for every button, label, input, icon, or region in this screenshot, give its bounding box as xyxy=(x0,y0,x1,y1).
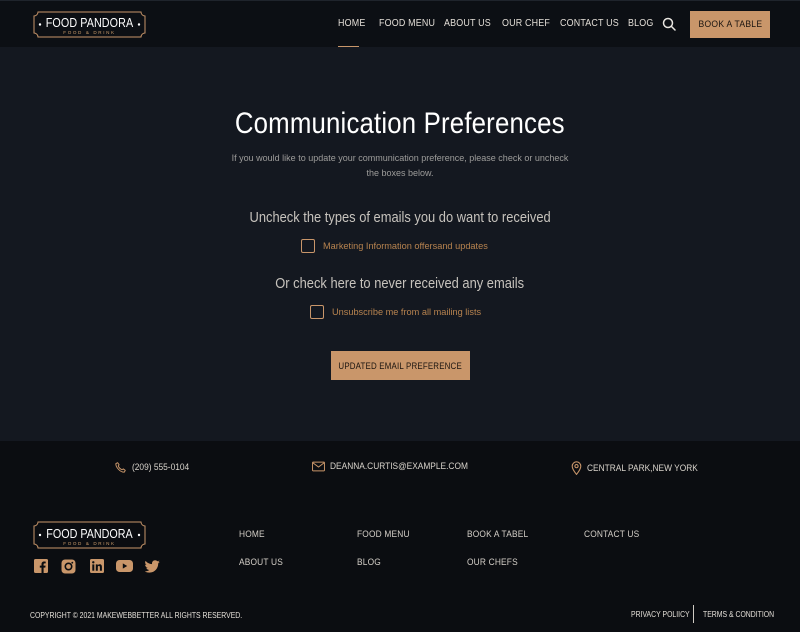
twitter-icon[interactable] xyxy=(144,558,161,574)
site-header: FOOD PANDORA FOOD & DRINK HOME FOOD MENU… xyxy=(0,0,800,48)
logo-title: FOOD PANDORA xyxy=(45,16,134,30)
nav-about-us[interactable]: ABOUT US xyxy=(444,17,491,29)
marketing-option[interactable]: Marketing Information offersand updates xyxy=(301,239,488,253)
contact-phone-text: (209) 555-0104 xyxy=(132,462,190,473)
contact-location-text: CENTRAL PARK,NEW YORK xyxy=(587,462,698,474)
unsubscribe-option[interactable]: Unsubscribe me from all mailing lists xyxy=(310,305,481,319)
legal-divider xyxy=(693,605,694,623)
nav-our-chef[interactable]: OUR CHEF xyxy=(502,17,550,29)
update-preference-button[interactable]: UPDATED EMAIL PREFERENCE xyxy=(331,351,470,380)
contact-location[interactable]: CENTRAL PARK,NEW YORK xyxy=(571,461,713,475)
youtube-icon[interactable] xyxy=(116,558,133,574)
site-footer: (209) 555-0104 DEANNA.CURTIS@EXAMPLE.COM… xyxy=(0,441,800,632)
email-types-heading-text: Uncheck the types of emails you do want … xyxy=(249,209,551,226)
book-table-label: BOOK A TABLE xyxy=(698,19,762,30)
footer-logo[interactable]: FOOD PANDORA FOOD & DRINK xyxy=(33,521,146,549)
nav-food-menu[interactable]: FOOD MENU xyxy=(379,17,435,29)
search-icon[interactable] xyxy=(662,17,676,31)
mail-icon xyxy=(312,461,325,472)
social-links xyxy=(32,558,161,574)
contact-phone[interactable]: (209) 555-0104 xyxy=(114,461,197,474)
footer-link-our-chefs[interactable]: OUR CHEFS xyxy=(467,557,518,568)
logo-tagline: FOOD & DRINK xyxy=(63,30,116,35)
privacy-policy-link[interactable]: PRIVACY POLIICY xyxy=(631,610,690,619)
page-title: Communication Preferences xyxy=(0,107,800,141)
linkedin-icon[interactable] xyxy=(88,558,105,574)
footer-link-home[interactable]: HOME xyxy=(239,529,265,540)
email-types-heading: Uncheck the types of emails you do want … xyxy=(0,209,800,226)
terms-condition-link[interactable]: TERMS & CONDITION xyxy=(703,610,774,619)
unsubscribe-heading: Or check here to never received any emai… xyxy=(0,275,800,292)
unsubscribe-heading-text: Or check here to never received any emai… xyxy=(275,275,525,292)
footer-link-food-menu[interactable]: FOOD MENU xyxy=(357,529,410,540)
unsubscribe-option-label: Unsubscribe me from all mailing lists xyxy=(332,307,482,317)
phone-icon xyxy=(115,462,126,473)
instagram-icon[interactable] xyxy=(60,558,77,574)
preferences-section: Communication Preferences If you would l… xyxy=(0,47,800,441)
copyright-text: COPYRIGHT © 2021 MAKEWEBBETTER ALL RIGHT… xyxy=(30,611,243,620)
footer-link-contact-us[interactable]: CONTACT US xyxy=(584,529,639,540)
location-pin-icon xyxy=(571,461,582,475)
logo[interactable]: FOOD PANDORA FOOD & DRINK xyxy=(33,11,146,38)
footer-logo-title: FOOD PANDORA xyxy=(46,527,133,541)
nav-contact-us[interactable]: CONTACT US xyxy=(560,17,619,29)
unsubscribe-checkbox[interactable] xyxy=(310,305,324,319)
footer-link-about-us[interactable]: ABOUT US xyxy=(239,557,283,568)
footer-link-blog[interactable]: BLOG xyxy=(357,557,381,568)
footer-logo-tagline: FOOD & DRINK xyxy=(63,541,116,546)
marketing-option-label: Marketing Information offersand updates xyxy=(323,241,488,251)
page-title-text: Communication Preferences xyxy=(235,107,565,140)
contact-email[interactable]: DEANNA.CURTIS@EXAMPLE.COM xyxy=(312,461,487,472)
nav-blog[interactable]: BLOG xyxy=(628,17,653,29)
facebook-icon[interactable] xyxy=(32,558,49,574)
nav-home[interactable]: HOME xyxy=(338,17,365,29)
book-table-button[interactable]: BOOK A TABLE xyxy=(690,11,770,38)
footer-link-book-table[interactable]: BOOK A TABEL xyxy=(467,529,528,540)
update-preference-label: UPDATED EMAIL PREFERENCE xyxy=(338,360,463,371)
contact-email-text: DEANNA.CURTIS@EXAMPLE.COM xyxy=(330,461,468,472)
marketing-checkbox[interactable] xyxy=(301,239,315,253)
page-description: If you would like to update your communi… xyxy=(231,153,569,178)
